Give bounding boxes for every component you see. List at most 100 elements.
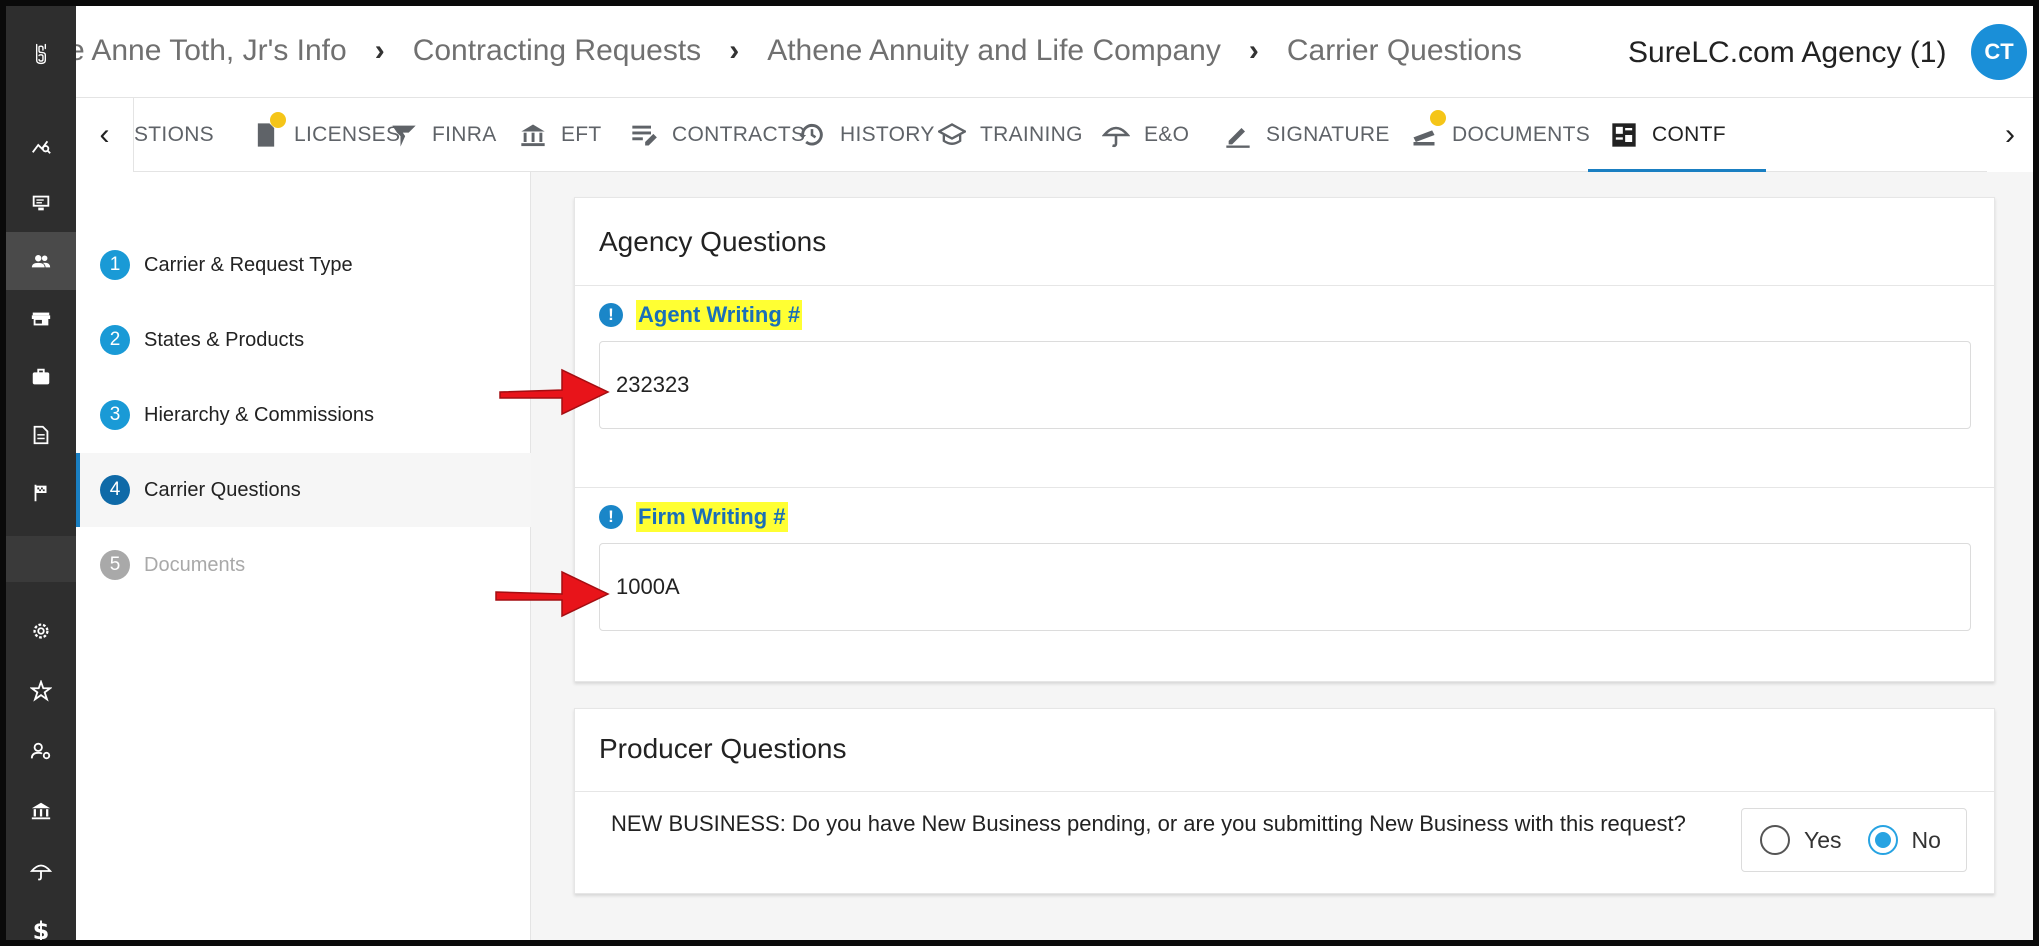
- agent-writing-label-text: Agent Writing #: [636, 300, 803, 330]
- radio-yes[interactable]: Yes: [1760, 825, 1842, 855]
- breadcrumb-current: Carrier Questions: [1286, 34, 1522, 67]
- agency-questions-card: Agency Questions ! Agent Writing # ! Fir…: [574, 197, 1995, 682]
- chevron-right-icon: ›: [729, 34, 740, 67]
- tab-contracts[interactable]: CONTRACTS: [630, 98, 805, 172]
- tab-label: HISTORY: [840, 123, 935, 146]
- tab-training[interactable]: TRAINING: [938, 98, 1083, 172]
- red-arrow-icon: [499, 368, 610, 416]
- info-icon: !: [599, 303, 623, 327]
- agency-selector[interactable]: SureLC.com Agency (1): [1628, 36, 1946, 70]
- firm-writing-field[interactable]: [599, 543, 1971, 631]
- breadcrumb: e Anne Toth, Jr's Info › Contracting Req…: [76, 6, 1606, 98]
- tab-label: EFT: [561, 123, 602, 146]
- notification-badge: [270, 112, 286, 128]
- chevron-right-icon: ›: [374, 34, 385, 67]
- agency-questions-title: Agency Questions: [599, 226, 827, 257]
- radio-no-circle[interactable]: [1867, 825, 1898, 855]
- tab-label: CONTF: [1652, 123, 1726, 146]
- tab-documents[interactable]: DOCUMENTS: [1410, 98, 1590, 172]
- step-carrier-request-type[interactable]: 1 Carrier & Request Type: [76, 228, 531, 302]
- step-number: 1: [100, 250, 130, 280]
- new-business-radio-group: Yes No: [1741, 808, 1967, 872]
- bank-icon[interactable]: [6, 782, 76, 840]
- umbrella-icon[interactable]: [6, 842, 76, 900]
- divider: [575, 487, 1994, 488]
- finra-icon: [392, 125, 416, 147]
- monitor-icon[interactable]: [6, 174, 76, 232]
- step-label: Hierarchy & Commissions: [144, 403, 375, 426]
- firm-writing-label: ! Firm Writing #: [599, 502, 788, 532]
- request-stepper: 1 Carrier & Request Type 2 States & Prod…: [76, 172, 531, 940]
- producer-questions-title: Producer Questions: [599, 733, 847, 764]
- step-hierarchy-commissions[interactable]: 3 Hierarchy & Commissions: [76, 378, 531, 452]
- new-business-question: NEW BUSINESS: Do you have New Business p…: [611, 811, 1686, 836]
- logo-icon: [35, 43, 47, 65]
- tab-label: CONTRACTS: [672, 123, 806, 146]
- umbrella-icon: [1102, 126, 1130, 148]
- step-carrier-questions[interactable]: 4 Carrier Questions: [76, 453, 531, 527]
- tab-e-and-o[interactable]: E&O: [1102, 98, 1189, 172]
- tab-label: E&O: [1144, 123, 1190, 146]
- step-label: States & Products: [144, 328, 305, 351]
- tab-licenses[interactable]: LICENSES: [252, 98, 400, 172]
- step-number: 3: [100, 400, 130, 430]
- tab-label: LICENSES: [294, 123, 401, 146]
- surelc-logo[interactable]: [6, 6, 76, 102]
- people-icon[interactable]: [6, 232, 76, 290]
- left-rail: $: [6, 6, 76, 940]
- firm-writing-input[interactable]: [616, 544, 1916, 630]
- step-label: Documents: [144, 553, 246, 576]
- tab-finra[interactable]: FINRA: [390, 98, 497, 172]
- pen-icon: [1226, 128, 1250, 148]
- analytics-icon[interactable]: [6, 116, 76, 174]
- flag-icon[interactable]: [6, 464, 76, 522]
- avatar[interactable]: CT: [1971, 24, 2027, 80]
- dashboard-icon: [1612, 123, 1636, 147]
- agent-writing-field[interactable]: [599, 341, 1971, 429]
- document-icon[interactable]: [6, 406, 76, 464]
- tab-strip: STIONS LICENSES FINRA EFT CONTRACTS HIST…: [134, 98, 1987, 172]
- tab-label: STIONS: [134, 123, 214, 146]
- star-badge-icon[interactable]: [6, 662, 76, 720]
- step-number: 4: [100, 475, 130, 505]
- firm-writing-label-text: Firm Writing #: [636, 502, 788, 532]
- step-states-products[interactable]: 2 States & Products: [76, 303, 531, 377]
- section-tabs: ‹ STIONS LICENSES FINRA EFT CONTRACTS HI…: [76, 98, 2033, 172]
- tabs-scroll-left-button[interactable]: ‹: [76, 98, 134, 172]
- bank-icon: [521, 124, 545, 147]
- divider: [575, 791, 1994, 792]
- breadcrumb-contracting-requests[interactable]: Contracting Requests: [413, 34, 702, 68]
- step-label: Carrier Questions: [144, 478, 301, 501]
- contracts-icon: [632, 125, 657, 146]
- training-icon: [938, 123, 966, 145]
- tab-label: FINRA: [432, 123, 497, 146]
- step-number: 5: [100, 550, 130, 580]
- producer-questions-card: Producer Questions NEW BUSINESS: Do you …: [574, 708, 1995, 894]
- info-icon: !: [599, 505, 623, 529]
- breadcrumb-agent-info[interactable]: e Anne Toth, Jr's Info: [76, 34, 347, 68]
- top-header: e Anne Toth, Jr's Info › Contracting Req…: [76, 6, 2033, 98]
- radio-no[interactable]: No: [1867, 825, 1941, 855]
- step-label: Carrier & Request Type: [144, 253, 353, 276]
- agent-writing-input[interactable]: [616, 342, 1916, 428]
- radio-yes-label: Yes: [1804, 826, 1842, 853]
- step-documents: 5 Documents: [76, 528, 531, 602]
- chevron-right-icon: ›: [1248, 34, 1259, 67]
- red-arrow-icon: [495, 570, 610, 618]
- user-settings-icon[interactable]: [6, 722, 76, 780]
- store-icon[interactable]: [6, 290, 76, 348]
- dollar-icon[interactable]: $: [6, 902, 76, 940]
- notification-badge: [1430, 110, 1446, 126]
- radio-yes-circle[interactable]: [1760, 825, 1790, 855]
- breadcrumb-carrier[interactable]: Athene Annuity and Life Company: [767, 34, 1221, 68]
- gear-icon[interactable]: [6, 602, 76, 660]
- briefcase-icon[interactable]: [6, 348, 76, 406]
- tab-label: SIGNATURE: [1266, 123, 1390, 146]
- tab-contracting[interactable]: CONTF: [1588, 98, 1766, 172]
- rail-separator: [6, 536, 76, 582]
- tab-eft[interactable]: EFT: [519, 98, 602, 172]
- tab-history[interactable]: HISTORY: [798, 98, 935, 172]
- tabs-scroll-right-button[interactable]: ›: [1987, 98, 2033, 172]
- tab-questions[interactable]: STIONS: [134, 98, 214, 172]
- tab-signature[interactable]: SIGNATURE: [1224, 98, 1390, 172]
